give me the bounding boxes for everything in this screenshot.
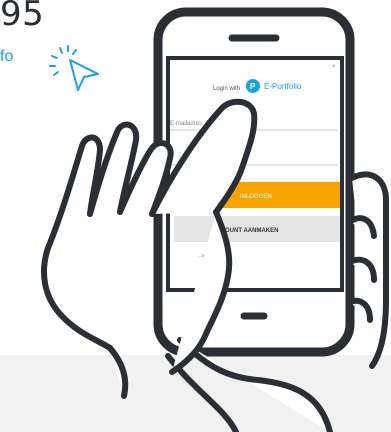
login-with-text: Login with (213, 86, 240, 92)
close-icon[interactable]: × (332, 64, 336, 70)
eportfolio-brand-name: E-Portfolio (264, 82, 302, 91)
email-field[interactable]: E-mailadres (170, 121, 202, 127)
phone-illustration: Login with P E-Portfolio × E-mailadres I… (41, 7, 389, 432)
login-button-label[interactable]: INLOGGEN (240, 194, 272, 200)
eportfolio-logo-letter: P (250, 82, 256, 91)
